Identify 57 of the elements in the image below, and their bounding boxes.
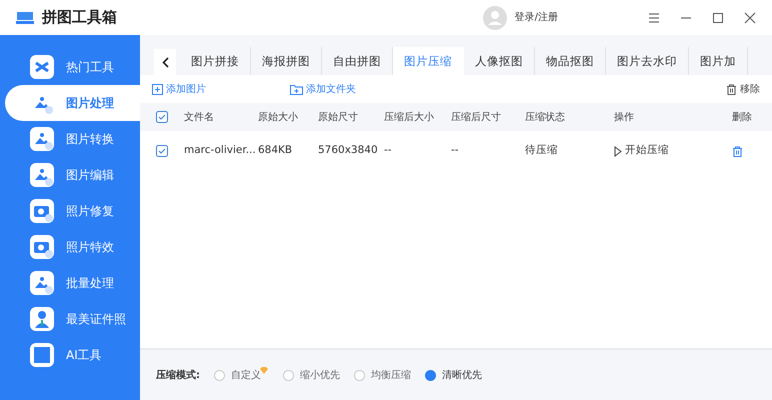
sidebar-item[interactable]: 图片处理: [5, 85, 140, 121]
start-compress-button[interactable]: 开始压缩: [614, 143, 669, 159]
table-cell: --: [384, 144, 392, 156]
checkbox[interactable]: [156, 145, 168, 157]
add-icon: [152, 84, 163, 94]
picture-icon: [30, 271, 54, 295]
play-icon: [614, 146, 622, 156]
login-link[interactable]: 登录/注册: [514, 10, 558, 25]
radio-option[interactable]: 自定义: [214, 368, 261, 382]
sidebar-item[interactable]: 照片特效: [5, 229, 140, 265]
person-icon: [30, 307, 54, 331]
table-cell: 5760x3840: [318, 144, 378, 156]
add-folder-button[interactable]: 添加文件夹: [290, 82, 356, 96]
column-header: 压缩状态: [525, 112, 565, 122]
folder-add-icon: [290, 84, 303, 94]
camera-icon: [30, 199, 54, 223]
remove-button[interactable]: 移除: [726, 82, 760, 96]
table-cell: marc-olivier...: [184, 144, 256, 156]
ai-chip-icon: [30, 343, 54, 367]
checkbox[interactable]: [156, 111, 168, 123]
column-header: 原始尺寸: [318, 112, 358, 122]
compression-mode-label: 压缩模式:: [156, 368, 200, 382]
maximize-icon[interactable]: [712, 12, 724, 24]
close-icon[interactable]: [744, 12, 756, 24]
app-logo-icon: [16, 10, 34, 24]
radio-option[interactable]: 均衡压缩: [354, 368, 411, 382]
sidebar-item[interactable]: 照片修复: [5, 193, 140, 229]
sidebar-item[interactable]: 图片编辑: [5, 157, 140, 193]
picture-icon: [30, 127, 54, 151]
column-header: 操作: [614, 112, 634, 122]
column-header: 压缩后尺寸: [451, 112, 501, 122]
trash-icon[interactable]: [732, 146, 743, 156]
column-header: 压缩后大小: [384, 112, 434, 122]
sidebar-item[interactable]: AI工具: [5, 337, 140, 373]
table-cell: 待压缩: [525, 144, 558, 156]
tab[interactable]: 图片压缩: [393, 47, 464, 75]
app-title: 拼图工具箱: [42, 7, 117, 28]
table-cell: 684KB: [258, 144, 292, 156]
add-image-button[interactable]: 添加图片: [152, 82, 206, 96]
camera-icon: [30, 235, 54, 259]
trash-icon: [726, 84, 737, 94]
sidebar-item[interactable]: 图片转换: [5, 121, 140, 157]
sidebar-item[interactable]: 热门工具: [5, 49, 140, 85]
menu-icon[interactable]: [648, 12, 660, 24]
radio-option[interactable]: 清晰优先: [425, 368, 482, 382]
back-button[interactable]: [154, 49, 176, 75]
tools-icon: [30, 55, 54, 79]
chevron-left-icon: [162, 56, 168, 68]
sidebar-item[interactable]: 批量处理: [5, 265, 140, 301]
avatar-icon: [482, 6, 507, 30]
column-header: 文件名: [184, 112, 214, 122]
radio-option[interactable]: 缩小优先: [283, 368, 340, 382]
picture-icon: [30, 163, 54, 187]
table-cell: --: [451, 144, 459, 156]
sidebar-item[interactable]: 最美证件照: [5, 301, 140, 337]
column-header: 原始大小: [258, 112, 298, 122]
column-header: 删除: [732, 112, 752, 122]
